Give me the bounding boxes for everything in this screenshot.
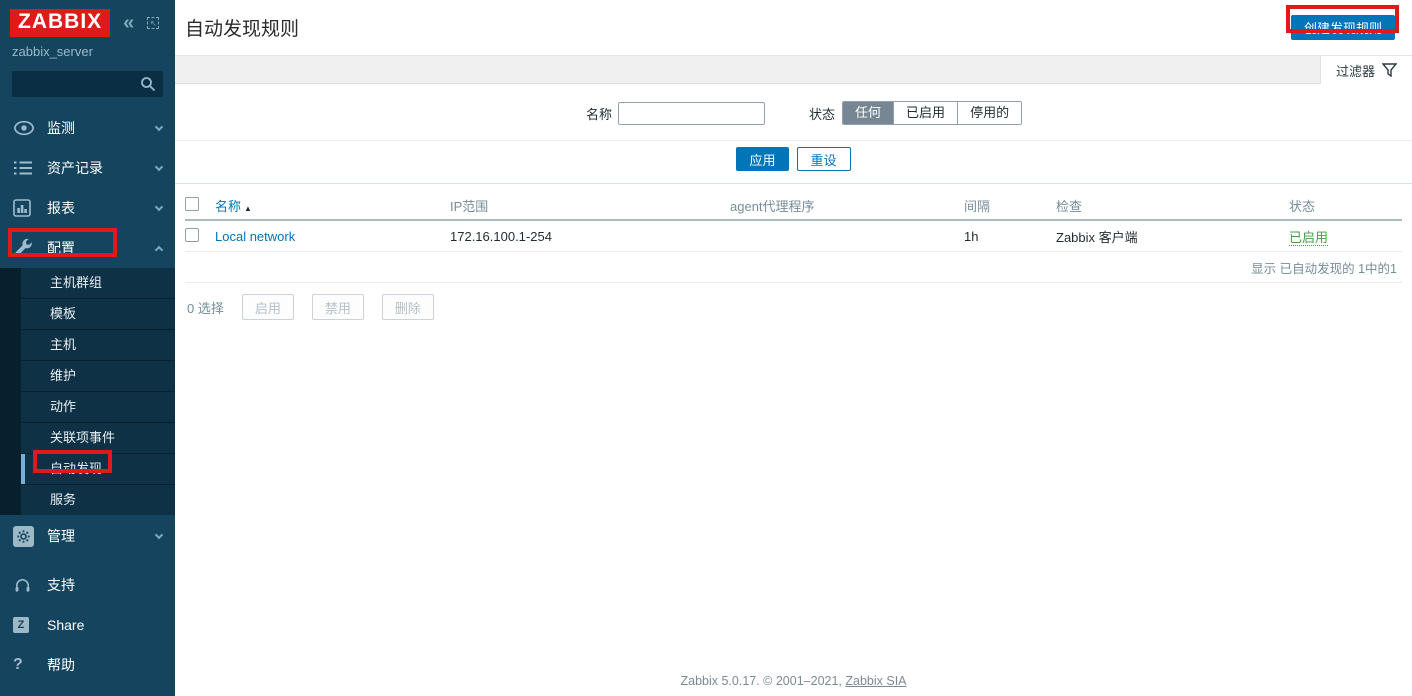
ip-range-cell: 172.16.100.1-254 — [450, 228, 552, 244]
page-header: 自动发现规则 创建发现规则 — [175, 0, 1412, 55]
submenu-item-actions[interactable]: 动作 — [21, 392, 175, 422]
sidebar-search-input[interactable] — [12, 71, 163, 97]
reset-button[interactable]: 重设 — [796, 147, 851, 171]
status-filter-label: 状态 — [809, 106, 836, 122]
server-name: zabbix_server — [12, 44, 93, 59]
submenu-item-discovery[interactable]: 自动发现 — [21, 454, 175, 484]
name-filter-label: 名称 — [586, 106, 613, 122]
search-icon — [141, 77, 156, 92]
create-discovery-rule-button[interactable]: 创建发现规则 — [1290, 15, 1395, 40]
zabbix-share-icon: Z — [13, 617, 39, 633]
row-checkbox[interactable] — [185, 227, 199, 242]
zabbix-logo[interactable]: ZABBIX — [10, 9, 111, 37]
column-header-name[interactable]: 名称 ▲ — [215, 196, 450, 215]
chevron-down-icon — [154, 122, 164, 131]
sort-asc-icon: ▲ — [244, 204, 252, 213]
filter-tab[interactable]: 过滤器 — [1320, 56, 1412, 84]
pin-sidebar-icon[interactable]: ↖ — [147, 17, 160, 29]
status-option-any[interactable]: 任何 — [843, 102, 894, 124]
sidebar-bottom: 支持 Z Share ? 帮助 — [0, 565, 175, 685]
discovery-rules-table: 名称 ▲ IP范围 agent代理程序 间隔 检查 状态 Local networ… — [185, 192, 1402, 283]
list-icon — [13, 160, 39, 176]
sidebar-item-monitoring[interactable]: 监测 — [0, 108, 175, 148]
sidebar-item-label: 报表 — [47, 200, 75, 216]
sidebar-item-share[interactable]: Z Share — [0, 605, 175, 645]
table-summary: 显示 已自动发现的 1中的1 — [185, 252, 1402, 283]
chevron-down-icon — [154, 530, 164, 539]
configuration-submenu: 主机群组 模板 主机 维护 动作 关联项事件 自动发现 服务 — [0, 268, 175, 515]
footer-version-text: Zabbix 5.0.17. © 2001–2021, — [680, 674, 846, 688]
question-mark-icon: ? — [13, 656, 23, 673]
chevron-down-icon — [154, 162, 164, 171]
column-header-agent-proxy: agent代理程序 — [730, 199, 815, 214]
sidebar-item-help[interactable]: ? 帮助 — [0, 645, 175, 685]
submenu-item-maintenance[interactable]: 维护 — [21, 361, 175, 391]
sidebar-nav: 监测 资产记录 报表 配置 主机群组 模板 主机 维护 动作 关联项事件 自动发… — [0, 108, 175, 556]
filter-tab-label: 过滤器 — [1335, 63, 1375, 79]
table-row: Local network 172.16.100.1-254 1h Zabbix… — [185, 221, 1402, 252]
interval-cell: 1h — [964, 228, 979, 244]
filter-panel: 名称 状态 任何 已启用 停用的 应用 重设 — [175, 84, 1412, 184]
sidebar-item-label: 支持 — [47, 577, 75, 593]
chevron-up-icon — [154, 245, 164, 255]
column-header-interval: 间隔 — [964, 199, 991, 214]
bar-chart-icon — [13, 199, 39, 217]
submenu-item-hosts[interactable]: 主机 — [21, 330, 175, 360]
filter-divider — [175, 140, 1412, 141]
column-header-ip-range: IP范围 — [450, 199, 489, 214]
sidebar-item-label: 管理 — [47, 528, 75, 544]
sidebar-item-support[interactable]: 支持 — [0, 565, 175, 605]
status-enabled-link[interactable]: 已启用 — [1289, 229, 1329, 246]
headset-icon — [13, 576, 39, 595]
submenu-item-templates[interactable]: 模板 — [21, 299, 175, 329]
selected-count: 0 选择 — [187, 300, 224, 316]
column-header-status: 状态 — [1289, 199, 1316, 214]
name-filter-input[interactable] — [618, 101, 766, 125]
submenu-item-event-correlation[interactable]: 关联项事件 — [21, 423, 175, 453]
sidebar-item-label: 配置 — [47, 240, 75, 256]
apply-button[interactable]: 应用 — [736, 147, 789, 171]
filter-tab-strip: 过滤器 — [175, 55, 1412, 84]
sidebar-item-label: Share — [47, 617, 85, 633]
footer-zabbix-sia-link[interactable]: Zabbix SIA — [845, 674, 906, 688]
rule-name-link[interactable]: Local network — [215, 229, 295, 244]
sidebar-item-label: 资产记录 — [47, 160, 103, 176]
status-option-disabled[interactable]: 停用的 — [957, 102, 1022, 124]
page-title: 自动发现规则 — [185, 19, 300, 40]
status-option-enabled[interactable]: 已启用 — [893, 102, 958, 124]
table-header-row: 名称 ▲ IP范围 agent代理程序 间隔 检查 状态 — [185, 192, 1402, 221]
disable-button[interactable]: 禁用 — [311, 294, 364, 320]
sidebar-item-label: 监测 — [47, 120, 75, 136]
submenu-item-services[interactable]: 服务 — [21, 485, 175, 515]
gear-icon — [13, 525, 39, 547]
checks-cell: Zabbix 客户端 — [1056, 229, 1138, 245]
status-segmented-control: 任何 已启用 停用的 — [842, 101, 1023, 125]
wrench-icon — [13, 238, 39, 258]
delete-button[interactable]: 删除 — [381, 294, 434, 320]
enable-button[interactable]: 启用 — [241, 294, 294, 320]
select-all-checkbox[interactable] — [185, 197, 199, 211]
funnel-icon — [1382, 63, 1397, 77]
sidebar-item-configuration[interactable]: 配置 — [0, 228, 175, 268]
chevron-down-icon — [154, 202, 164, 211]
main-content: 自动发现规则 创建发现规则 过滤器 名称 状态 任何 已启用 停用的 应用 重设 — [175, 0, 1412, 696]
sidebar-item-inventory[interactable]: 资产记录 — [0, 148, 175, 188]
column-header-checks: 检查 — [1056, 199, 1083, 214]
row-checkbox-cell — [185, 227, 215, 245]
eye-icon — [13, 120, 39, 136]
sidebar: ZABBIX « ↖ zabbix_server 监测 资产记录 报表 配置 主… — [0, 0, 175, 696]
collapse-sidebar-icon[interactable]: « — [123, 13, 134, 33]
sidebar-item-label: 帮助 — [47, 657, 75, 673]
mass-action-bar: 0 选择 启用 禁用 删除 — [187, 294, 1402, 320]
logo-row: ZABBIX « ↖ — [0, 0, 175, 37]
sidebar-item-administration[interactable]: 管理 — [0, 516, 175, 556]
page-footer: Zabbix 5.0.17. © 2001–2021, Zabbix SIA — [175, 674, 1412, 688]
sidebar-item-reports[interactable]: 报表 — [0, 188, 175, 228]
select-all-cell — [185, 197, 215, 214]
submenu-item-host-groups[interactable]: 主机群组 — [21, 268, 175, 298]
